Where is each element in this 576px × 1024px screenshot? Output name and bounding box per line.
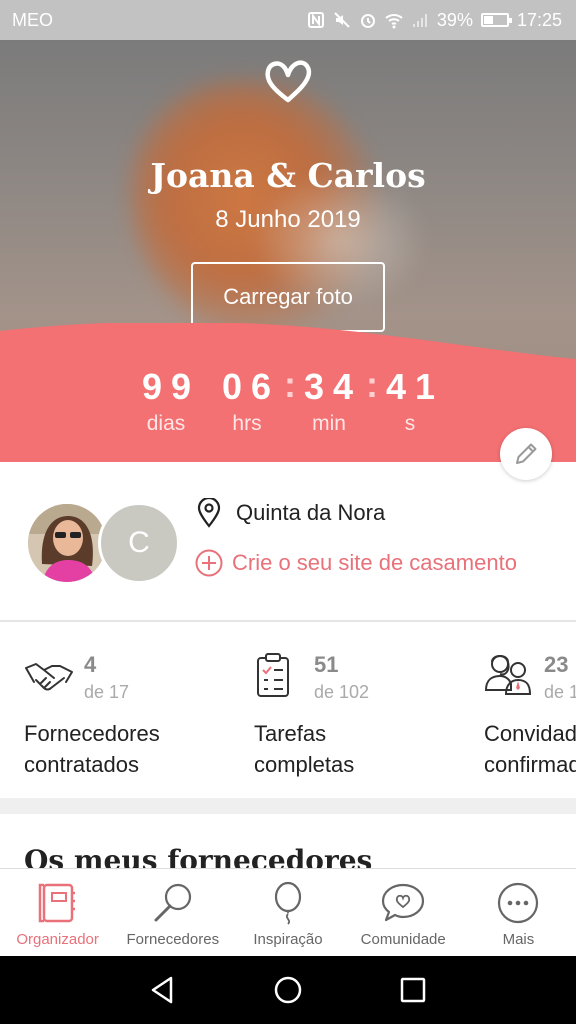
checklist-icon [257, 653, 289, 697]
tab-more[interactable]: Mais [461, 869, 576, 956]
bottom-navigation: Organizador Fornecedores Inspiração Comu… [0, 868, 576, 956]
countdown-days: 99 [142, 366, 201, 407]
countdown-hours-label: hrs [232, 412, 262, 435]
status-icons: 39% 17:25 [307, 10, 562, 31]
tab-label: Organizador [16, 931, 99, 948]
carrier-label: MEO [12, 9, 54, 30]
create-website-link[interactable]: Crie o seu site de casamento [194, 548, 517, 578]
heart-logo-icon [265, 60, 312, 103]
pencil-icon [516, 443, 537, 464]
countdown-hours: 06 [222, 366, 281, 407]
status-bar: MEO 39% 17:25 [0, 0, 576, 40]
countdown-separator: : [284, 364, 296, 405]
recents-icon[interactable] [397, 974, 429, 1006]
tab-inspiration[interactable]: Inspiração [230, 869, 345, 956]
tab-label: Inspiração [253, 931, 323, 948]
stat-label-line: Fornecedores [24, 721, 160, 746]
tab-label: Fornecedores [126, 931, 220, 948]
bride-photo-icon [28, 504, 106, 582]
venue-name: Quinta da Nora [236, 500, 386, 525]
stats-row: 4 de 17 Fornecedores contratados 51 de 1… [0, 622, 576, 798]
stat-guests-label: Convidados confirmados [484, 718, 576, 780]
wedding-hero: Joana & Carlos 8 Junho 2019 Carregar fot… [0, 40, 576, 462]
countdown-separator: : [366, 364, 378, 405]
upload-photo-button[interactable]: Carregar foto [191, 262, 385, 332]
signal-icon [412, 14, 427, 27]
mute-icon [334, 12, 350, 28]
alarm-icon [360, 14, 375, 28]
home-icon[interactable] [272, 974, 304, 1006]
stat-tasks-value: 51 [314, 652, 339, 677]
back-icon[interactable] [147, 974, 179, 1006]
stat-label-line: Tarefas [254, 721, 327, 746]
handshake-icon [25, 663, 73, 691]
stat-label-line: confirmados [484, 752, 576, 777]
chat-heart-icon [382, 883, 425, 922]
venue-row[interactable]: Quinta da Nora [196, 498, 385, 528]
partner-avatar[interactable]: C [98, 502, 180, 584]
wedding-date: 8 Junho 2019 [215, 206, 361, 233]
countdown-minutes-label: min [312, 412, 346, 435]
stat-label-line: contratados [24, 752, 139, 777]
tab-label: Mais [502, 931, 535, 948]
edit-wedding-button[interactable] [500, 428, 552, 480]
stat-label-line: Convidados [484, 721, 576, 746]
countdown-days-label: dias [146, 412, 186, 435]
tab-vendors[interactable]: Fornecedores [115, 869, 230, 956]
battery-percent: 39% [436, 9, 473, 30]
location-pin-icon [197, 498, 221, 528]
stat-vendors-total: de 17 [84, 682, 130, 702]
section-gap [0, 798, 576, 814]
battery-icon [480, 13, 512, 27]
couple-info: C Quinta da Nora Crie o seu site de casa… [0, 462, 576, 620]
guests-icon [484, 655, 532, 695]
plus-circle-icon [195, 549, 223, 577]
tab-label: Comunidade [360, 931, 446, 948]
my-vendors-section: Os meus fornecedores [0, 814, 576, 870]
stat-label-line: completas [254, 752, 355, 777]
more-icon [498, 882, 539, 924]
tab-organizer[interactable]: Organizador [0, 869, 115, 956]
balloon-icon [274, 881, 302, 925]
stat-guests-value: 23 [544, 652, 569, 677]
avatar[interactable] [26, 502, 108, 584]
countdown: 99 06 : 34 : 41 dias hrs min s [0, 364, 576, 456]
countdown-minutes: 34 [304, 366, 363, 407]
countdown-seconds: 41 [386, 366, 445, 407]
search-icon [154, 883, 191, 922]
stat-vendors-value: 4 [84, 652, 97, 677]
stat-tasks-label: Tarefas completas [254, 718, 454, 780]
couple-names: Joana & Carlos [150, 156, 426, 195]
section-title: Os meus fornecedores [24, 844, 373, 870]
wifi-icon [385, 14, 403, 29]
nfc-icon [307, 12, 324, 28]
stat-vendors-label: Fornecedores contratados [24, 718, 224, 780]
tab-community[interactable]: Comunidade [346, 869, 461, 956]
countdown-seconds-label: s [404, 412, 416, 435]
stat-guests-total: de 1 [544, 682, 576, 702]
system-navigation-bar [0, 956, 576, 1024]
create-website-label: Crie o seu site de casamento [232, 550, 517, 575]
organizer-icon [38, 883, 75, 923]
clock: 17:25 [516, 9, 562, 30]
stat-tasks-total: de 102 [314, 682, 370, 702]
